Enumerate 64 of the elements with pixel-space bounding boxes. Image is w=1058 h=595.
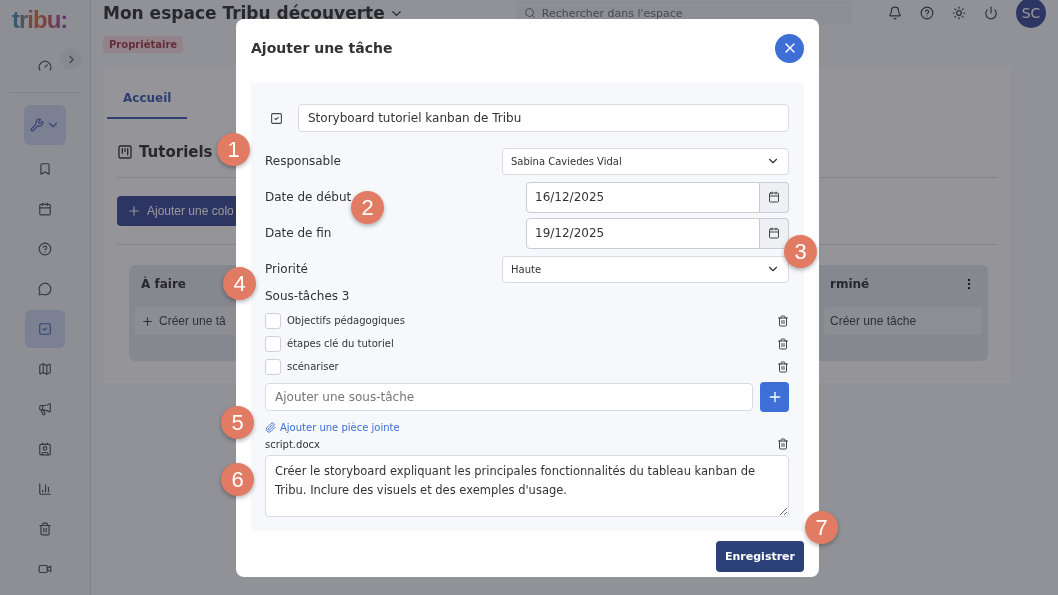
field-label: Date de début xyxy=(265,190,352,204)
field-label: Responsable xyxy=(265,154,341,168)
description-field[interactable]: Créer le storyboard expliquant les principales fonctionnalités du tableau kanban de Tribu. Inclure des visuels et des exemples d'usage. xyxy=(265,455,789,517)
trash-icon[interactable] xyxy=(777,314,789,327)
column-title: rminé xyxy=(830,277,870,291)
checkbox[interactable] xyxy=(265,358,281,375)
space-title[interactable]: Mon espace Tribu découverte xyxy=(103,4,404,22)
calendar-icon xyxy=(768,191,780,203)
field-label: Date de fin xyxy=(265,226,332,240)
attachment-name[interactable]: script.docx xyxy=(265,438,320,450)
checkbox-icon xyxy=(270,111,283,125)
create-task-button[interactable]: Créer une tâche xyxy=(824,307,982,335)
chart-icon xyxy=(38,482,52,496)
save-button[interactable]: Enregistrer xyxy=(716,541,804,572)
contact-icon xyxy=(38,442,52,456)
power-icon[interactable] xyxy=(984,6,998,20)
megaphone-icon xyxy=(38,402,52,416)
calendar-icon xyxy=(38,202,52,216)
plus-icon xyxy=(127,204,141,218)
collapse-button[interactable] xyxy=(60,48,82,70)
date-field[interactable]: 16/12/2025 xyxy=(526,181,760,213)
task-title-field[interactable]: Storyboard tutoriel kanban de Tribu xyxy=(298,104,789,132)
column-title: À faire xyxy=(141,277,186,291)
checkbox-icon xyxy=(38,322,52,336)
video-icon xyxy=(38,562,52,576)
calendar-icon xyxy=(768,227,780,239)
wrench-icon xyxy=(30,118,44,132)
trash-icon[interactable] xyxy=(777,360,789,373)
kanban-icon xyxy=(117,144,133,160)
sidebar-item[interactable] xyxy=(25,310,65,348)
board-title: Tutoriels xyxy=(139,143,213,161)
field-label: Priorité xyxy=(265,262,308,276)
select-field[interactable]: Sabina Caviedes Vidal xyxy=(502,147,789,175)
trash-icon xyxy=(38,522,52,536)
subtask-field[interactable]: Ajouter une sous-tâche xyxy=(265,383,753,411)
sun-icon[interactable] xyxy=(952,6,966,20)
subtasks-label: Sous-tâches 3 xyxy=(265,288,351,305)
subtask-label: étapes clé du tutoriel xyxy=(287,338,395,349)
add-subtask-button[interactable] xyxy=(760,382,789,412)
date-field[interactable]: 19/12/2025 xyxy=(526,217,760,249)
subtask-label: scénariser xyxy=(287,361,340,372)
role-badge: Propriétaire xyxy=(103,36,184,53)
calendar-button[interactable] xyxy=(760,181,789,213)
notifications-icon[interactable] xyxy=(888,6,902,20)
map-icon xyxy=(38,362,52,376)
calendar-button[interactable] xyxy=(760,217,789,249)
checkbox[interactable] xyxy=(265,312,281,329)
select-field[interactable]: Haute xyxy=(502,255,789,283)
help-icon xyxy=(38,242,52,256)
sidebar-item[interactable] xyxy=(24,105,66,145)
dialog-title: Ajouter une tâche xyxy=(251,40,393,56)
plus-icon xyxy=(141,314,154,328)
user-avatar[interactable]: SC xyxy=(1016,0,1046,28)
chat-icon xyxy=(38,282,52,296)
gauge-icon xyxy=(38,59,52,73)
bookmark-icon xyxy=(38,162,52,176)
help-icon[interactable] xyxy=(920,6,934,20)
attach-link[interactable]: Ajouter une pièce jointe xyxy=(265,422,400,433)
search-icon xyxy=(523,7,536,19)
paperclip-icon xyxy=(265,422,276,433)
checkbox[interactable] xyxy=(265,335,281,352)
close-button[interactable] xyxy=(775,33,804,63)
trash-icon[interactable] xyxy=(777,438,789,450)
trash-icon[interactable] xyxy=(777,337,789,350)
